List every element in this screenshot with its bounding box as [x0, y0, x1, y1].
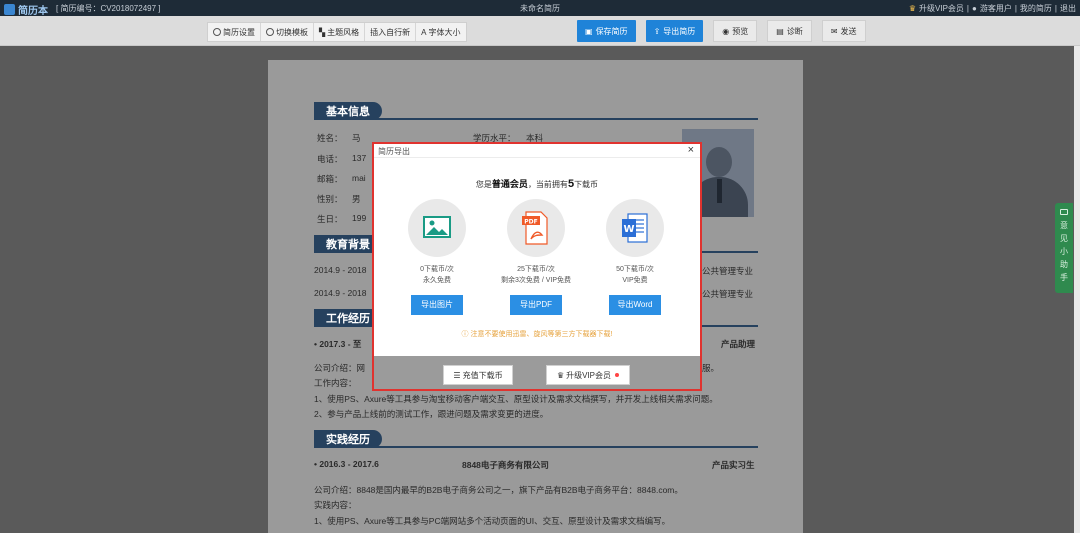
export-icon: ⇪: [653, 26, 661, 36]
download-notice: ⓘ 注意不要使用迅雷、旋风等第三方下载器下载!: [461, 331, 613, 338]
practice-line: 公司介绍：8848是国内最早的B2B电子商务公司之一，旗下产品有B2B电子商务平…: [314, 485, 683, 495]
dialog-footer: ☰ 充值下载币 ♛ 升级VIP会员: [374, 356, 700, 389]
insert-section-button[interactable]: 插入自行新: [365, 23, 417, 41]
edu-period: 2014.9 - 2018: [314, 288, 367, 298]
diagnose-button[interactable]: ▤ 诊断: [767, 20, 812, 42]
image-icon: [408, 199, 466, 257]
option-price: 25下载币/次 剩余3次免费 / VIP免费: [500, 266, 571, 284]
edu-major: 公共管理专业: [702, 289, 754, 299]
work-line: 1、使用PS、Axure等工具参与淘宝移动客户端交互、原型设计及需求文档撰写，并…: [314, 394, 718, 404]
toolbar: 简历设置 切换模板 ▚ 主题风格 插入自行新 A 字体大小 ▣ 保存简历 ⇪ 导出简历 …: [0, 16, 1080, 46]
practice-line: 实践内容：: [314, 500, 357, 510]
top-bar: 简历本 [ 简历编号：CV2018072497 ] 未命名简历 ♛ 升级VIP会…: [0, 0, 1080, 17]
upgrade-vip-button[interactable]: ♛ 升级VIP会员: [546, 365, 630, 385]
field-value[interactable]: 199: [352, 213, 366, 223]
palette-icon: ▚: [319, 27, 326, 37]
word-icon: W: [606, 199, 664, 257]
resume-settings-button[interactable]: 简历设置: [208, 23, 261, 41]
field-value[interactable]: 男: [352, 193, 361, 205]
work-period: • 2017.3 - 至: [314, 339, 362, 349]
top-links: ♛ 升级VIP会员 | ● 游客用户 | 我的简历 | 退出: [908, 3, 1076, 14]
export-resume-button[interactable]: ⇪ 导出简历: [645, 20, 704, 42]
field-label: 电话：: [317, 154, 343, 164]
practice-company: 8848电子商务有限公司: [462, 460, 549, 470]
notification-dot: [615, 373, 620, 377]
editor-tools: 简历设置 切换模板 ▚ 主题风格 插入自行新 A 字体大小: [207, 22, 467, 42]
font-size-button[interactable]: A 字体大小: [416, 23, 465, 41]
preview-button[interactable]: ◉ 预览: [713, 20, 758, 42]
send-button[interactable]: ✉ 发送: [821, 20, 866, 42]
user-icon: ●: [972, 4, 977, 13]
guest-user-link[interactable]: 游客用户: [980, 3, 1012, 14]
practice-period: • 2016.3 - 2017.6: [314, 459, 379, 469]
export-option-image: 0下载币/次 永久免费 导出图片: [387, 199, 487, 315]
work-line: 2、参与产品上线前的测试工作，跟进问题及需求变更的进度。: [314, 409, 549, 419]
option-price: 0下载币/次 永久免费: [420, 266, 454, 284]
dialog-title: 简历导出: [378, 147, 410, 156]
crown-icon: ♛: [556, 370, 565, 380]
export-word-button[interactable]: 导出Word: [609, 295, 661, 315]
font-size-icon: A: [421, 27, 427, 37]
option-price: 50下载币/次 VIP免费: [616, 266, 654, 284]
save-resume-button[interactable]: ▣ 保存简历: [577, 20, 636, 42]
upgrade-vip-link[interactable]: 升级VIP会员: [919, 3, 964, 14]
svg-text:PDF: PDF: [524, 219, 537, 226]
export-option-word: W 50下载币/次 VIP免费 导出Word: [585, 199, 685, 315]
toolbar-actions: ▣ 保存简历 ⇪ 导出简历 ◉ 预览 ▤ 诊断 ✉ 发送: [577, 20, 866, 42]
member-status: 您是普通会员，当前拥有5下载币: [475, 178, 599, 190]
feedback-assistant-tab[interactable]: 意 见 小 助 手: [1055, 203, 1073, 293]
gear-icon: [213, 28, 221, 36]
save-icon: ▣: [585, 26, 593, 36]
practice-role: 产品实习生: [712, 460, 755, 470]
export-dialog: 简历导出 × 您是普通会员，当前拥有5下载币 0下载币/次 永久免费 导出图片 …: [372, 142, 702, 391]
field-label: 性别：: [317, 194, 343, 204]
logout-link[interactable]: 退出: [1060, 3, 1076, 14]
pdf-icon: PDF: [507, 199, 565, 257]
close-icon[interactable]: ×: [688, 144, 694, 156]
section-line: [314, 118, 758, 120]
field-value[interactable]: mai: [352, 173, 366, 183]
work-role: 产品助理: [721, 339, 756, 349]
work-line: 公司介绍：网: [314, 363, 366, 373]
export-pdf-button[interactable]: 导出PDF: [510, 295, 562, 315]
dialog-header: 简历导出 ×: [374, 144, 700, 158]
warning-icon: ⓘ: [461, 331, 469, 338]
switch-template-button[interactable]: 切换模板: [261, 23, 314, 41]
page-scrollbar[interactable]: [1074, 46, 1080, 533]
svg-text:W: W: [623, 224, 634, 235]
export-image-button[interactable]: 导出图片: [411, 295, 463, 315]
export-option-pdf: PDF 25下载币/次 剩余3次免费 / VIP免费 导出PDF: [486, 199, 586, 315]
field-label: 姓名：: [317, 133, 343, 143]
theme-style-button[interactable]: ▚ 主题风格: [314, 23, 366, 41]
eye-icon: ◉: [722, 26, 730, 36]
chat-icon: [1060, 209, 1068, 215]
member-type: 普通会员: [491, 179, 528, 189]
work-line: 工作内容：: [314, 378, 357, 388]
crown-icon: ♛: [908, 4, 917, 13]
section-line: [314, 446, 758, 448]
practice-line: 1、使用PS、Axure等工具参与PC端网站多个活动页面的UI、交互、原型设计及…: [314, 516, 671, 526]
field-label: 生日：: [317, 214, 343, 224]
refresh-icon: [266, 28, 274, 36]
briefcase-icon: ▤: [776, 26, 784, 36]
recharge-coins-button[interactable]: ☰ 充值下载币: [443, 365, 513, 385]
field-label: 邮箱：: [317, 174, 343, 184]
mail-icon: ✉: [830, 26, 838, 36]
work-line-tail: 服。: [702, 363, 720, 373]
edu-period: 2014.9 - 2018: [314, 265, 367, 275]
field-value[interactable]: 马: [352, 132, 361, 144]
my-resume-link[interactable]: 我的简历: [1020, 3, 1052, 14]
field-value[interactable]: 137: [352, 153, 366, 163]
coins-icon: ☰: [453, 370, 461, 380]
edu-major: 公共管理专业: [702, 266, 754, 276]
